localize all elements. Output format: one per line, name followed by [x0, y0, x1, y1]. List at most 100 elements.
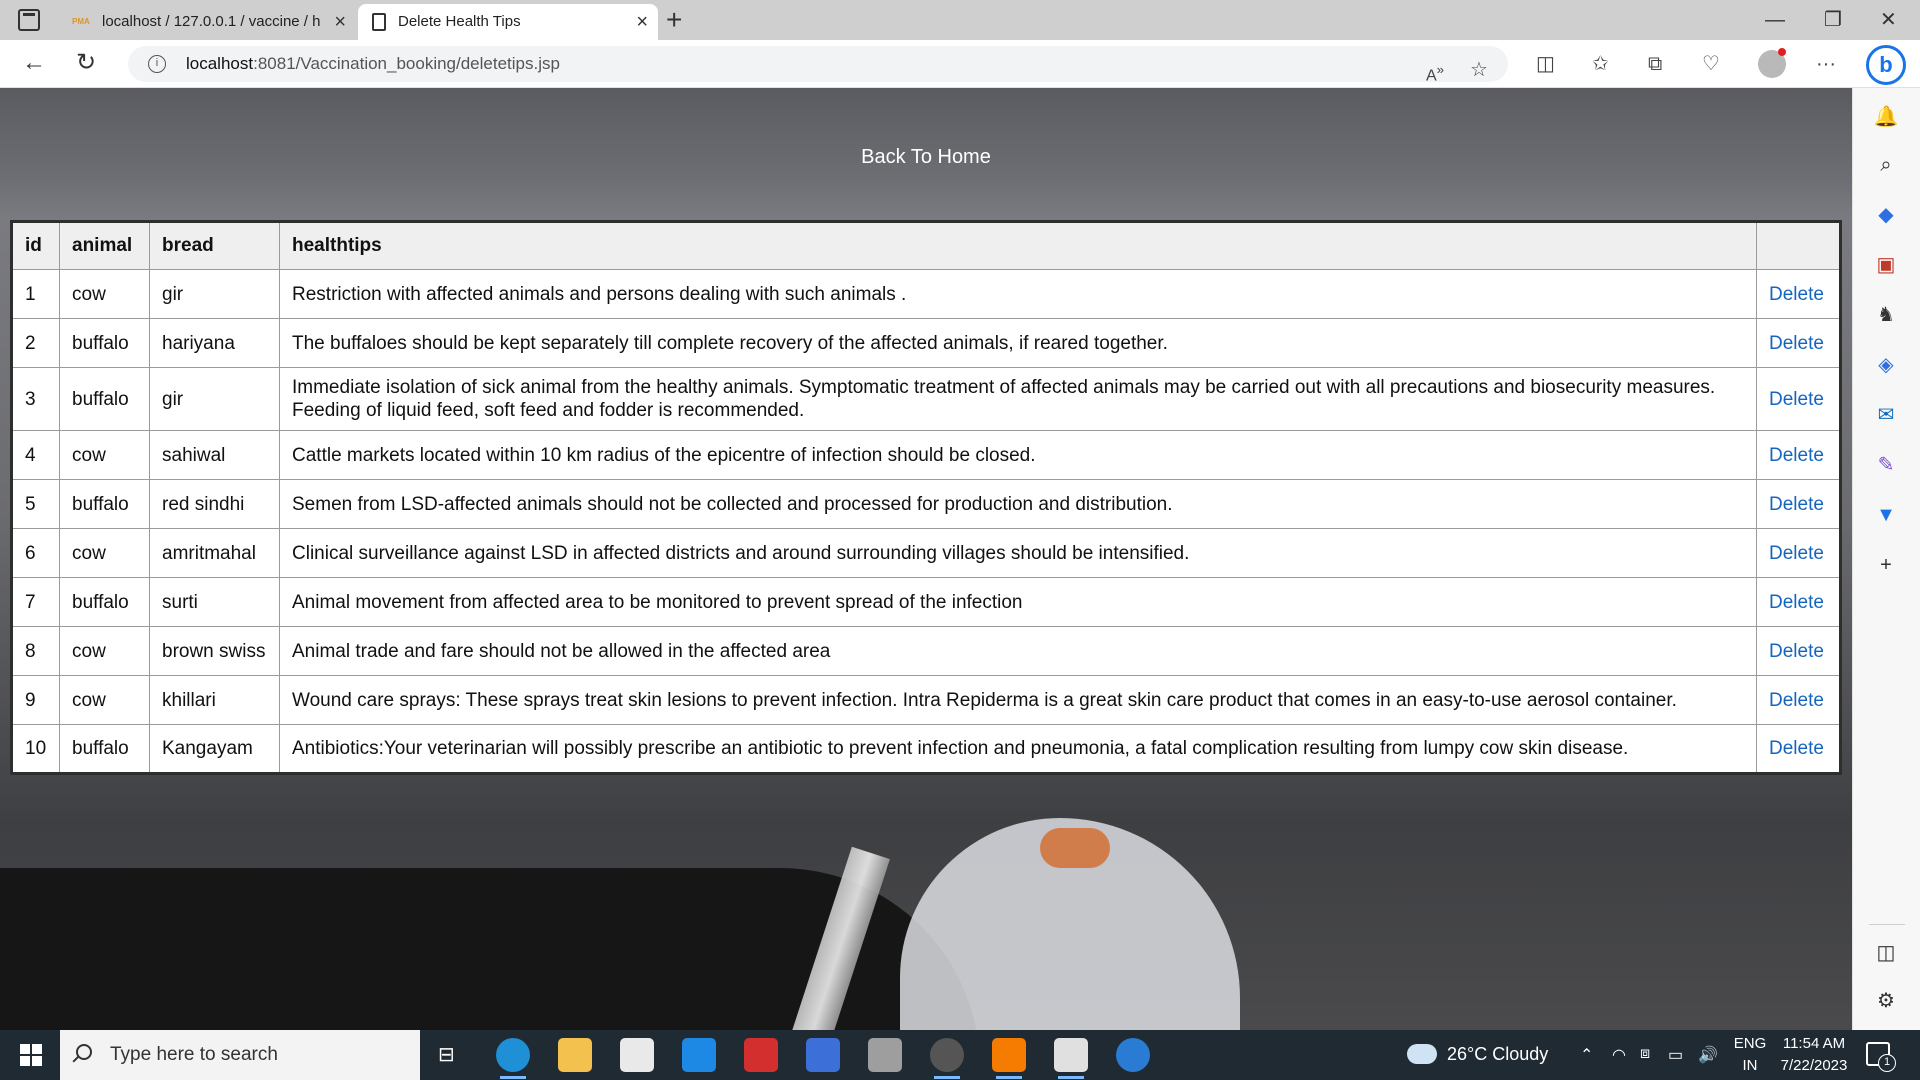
collections-icon[interactable]: ⧉: [1648, 50, 1662, 78]
sidebar-layout-icon[interactable]: ◫: [1873, 940, 1899, 966]
cell-id: 10: [11, 724, 60, 774]
window-close-button[interactable]: ✕: [1880, 4, 1897, 36]
xampp-icon[interactable]: [992, 1038, 1026, 1079]
url-text[interactable]: localhost:8081/Vaccination_booking/delet…: [186, 54, 560, 74]
delete-link[interactable]: Delete: [1769, 543, 1824, 564]
search-placeholder: Type here to search: [110, 1044, 278, 1065]
file-explorer-icon[interactable]: [558, 1038, 592, 1072]
edge-browser-icon[interactable]: [496, 1038, 530, 1079]
clock-time[interactable]: 11:54 AM: [1774, 1035, 1854, 1052]
server-app-icon[interactable]: [1116, 1038, 1150, 1072]
drop-icon[interactable]: ▼: [1873, 502, 1899, 528]
cell-healthtip: Animal movement from affected area to be…: [279, 577, 1757, 627]
search-icon[interactable]: ⌕: [1873, 152, 1899, 178]
tab-phpmyadmin[interactable]: PMA localhost / 127.0.0.1 / vaccine / h …: [62, 4, 356, 40]
games-chess-icon[interactable]: ♞: [1873, 302, 1899, 328]
close-icon[interactable]: ×: [334, 4, 346, 40]
table-row: 8 cow brown swiss Animal trade and fare …: [11, 626, 1841, 676]
settings-gear-icon[interactable]: ⚙: [1873, 988, 1899, 1014]
task-view-icon[interactable]: ⊟: [438, 1042, 455, 1067]
table-row: 7 buffalo surti Animal movement from aff…: [11, 577, 1841, 627]
editor-app-icon[interactable]: [1054, 1038, 1088, 1079]
cell-animal: cow: [59, 675, 150, 725]
settings-app-icon[interactable]: [930, 1038, 964, 1079]
info-icon[interactable]: i: [148, 55, 166, 73]
calculator-icon[interactable]: [868, 1038, 902, 1072]
microsoft-365-icon[interactable]: ◈: [1873, 352, 1899, 378]
cell-healthtip: Wound care sprays: These sprays treat sk…: [279, 675, 1757, 725]
bing-copilot-icon[interactable]: b: [1866, 45, 1906, 85]
minimize-button[interactable]: —: [1765, 4, 1785, 36]
navigation-bar: ← ↻ i localhost:8081/Vaccination_booking…: [0, 40, 1920, 88]
weather-text[interactable]: 26°C Cloudy: [1447, 1044, 1548, 1065]
designer-icon[interactable]: ✎: [1873, 452, 1899, 478]
cell-healthtip: Antibiotics:Your veterinarian will possi…: [279, 724, 1757, 774]
reload-icon[interactable]: ↻: [76, 48, 96, 78]
windows-start-icon[interactable]: [20, 1044, 42, 1066]
cell-healthtip: Animal trade and fare should not be allo…: [279, 626, 1757, 676]
cell-healthtip: Restriction with affected animals and pe…: [279, 269, 1757, 319]
region-indicator[interactable]: IN: [1732, 1057, 1768, 1074]
chevron-up-icon[interactable]: ⌃: [1580, 1045, 1593, 1065]
health-tips-table: id animal bread healthtips 1 cow gir Res…: [10, 220, 1842, 775]
outlook-icon[interactable]: ✉: [1873, 402, 1899, 428]
delete-link[interactable]: Delete: [1769, 738, 1824, 759]
cell-id: 2: [11, 318, 60, 368]
back-to-home-link[interactable]: Back To Home: [0, 146, 1852, 169]
shopping-tag-icon[interactable]: ◆: [1873, 202, 1899, 228]
volume-icon[interactable]: 🔊: [1698, 1045, 1718, 1065]
cell-id: 8: [11, 626, 60, 676]
cell-healthtip: Cattle markets located within 10 km radi…: [279, 430, 1757, 480]
notification-bell-icon[interactable]: 🔔: [1873, 104, 1899, 130]
new-tab-button[interactable]: +: [666, 4, 682, 36]
back-arrow-icon[interactable]: ←: [22, 48, 46, 78]
split-screen-icon[interactable]: ◫: [1536, 50, 1555, 78]
header-bread: bread: [149, 221, 280, 270]
add-sidebar-app-icon[interactable]: +: [1873, 552, 1899, 578]
cell-bread: red sindhi: [149, 479, 280, 529]
tab-actions-icon[interactable]: [18, 9, 40, 31]
delete-link[interactable]: Delete: [1769, 389, 1824, 410]
cell-bread: khillari: [149, 675, 280, 725]
cell-animal: cow: [59, 430, 150, 480]
cell-id: 6: [11, 528, 60, 578]
delete-link[interactable]: Delete: [1769, 690, 1824, 711]
table-row: 9 cow khillari Wound care sprays: These …: [11, 675, 1841, 725]
cloud-weather-icon[interactable]: [1407, 1044, 1437, 1064]
taskbar-search-input[interactable]: Type here to search: [60, 1030, 420, 1080]
network-icon[interactable]: ⧈: [1640, 1045, 1650, 1063]
delete-link[interactable]: Delete: [1769, 284, 1824, 305]
battery-icon[interactable]: ▭: [1668, 1045, 1683, 1065]
tab-title: Delete Health Tips: [398, 13, 521, 30]
cell-bread: hariyana: [149, 318, 280, 368]
more-options-icon[interactable]: ···: [1816, 50, 1836, 78]
cell-id: 1: [11, 269, 60, 319]
tools-briefcase-icon[interactable]: ▣: [1873, 252, 1899, 278]
restore-button[interactable]: ❐: [1824, 4, 1842, 36]
read-aloud-icon[interactable]: A»: [1426, 56, 1444, 90]
wps-office-icon[interactable]: [744, 1038, 778, 1072]
language-indicator[interactable]: ENG: [1732, 1035, 1768, 1052]
cell-bread: gir: [149, 367, 280, 431]
delete-link[interactable]: Delete: [1769, 333, 1824, 354]
delete-link[interactable]: Delete: [1769, 592, 1824, 613]
address-bar[interactable]: i localhost:8081/Vaccination_booking/del…: [128, 46, 1508, 84]
browser-essentials-icon[interactable]: ♡: [1702, 50, 1720, 78]
tab-title: localhost / 127.0.0.1 / vaccine / h: [102, 13, 321, 30]
favorites-icon[interactable]: ✩: [1592, 50, 1609, 78]
wifi-icon[interactable]: ◠: [1612, 1045, 1626, 1065]
tab-delete-health-tips[interactable]: Delete Health Tips ×: [358, 4, 658, 40]
microsoft-store-icon[interactable]: [620, 1038, 654, 1072]
cell-bread: gir: [149, 269, 280, 319]
search-icon: [76, 1044, 92, 1060]
favorite-star-icon[interactable]: ☆: [1470, 56, 1488, 84]
delete-link[interactable]: Delete: [1769, 494, 1824, 515]
notepad-app-icon[interactable]: [806, 1038, 840, 1072]
clock-date[interactable]: 7/22/2023: [1774, 1057, 1854, 1074]
sidebar-divider: [1869, 924, 1905, 925]
delete-link[interactable]: Delete: [1769, 641, 1824, 662]
mail-icon[interactable]: [682, 1038, 716, 1072]
header-id: id: [11, 221, 60, 270]
close-icon[interactable]: ×: [636, 4, 648, 40]
delete-link[interactable]: Delete: [1769, 445, 1824, 466]
